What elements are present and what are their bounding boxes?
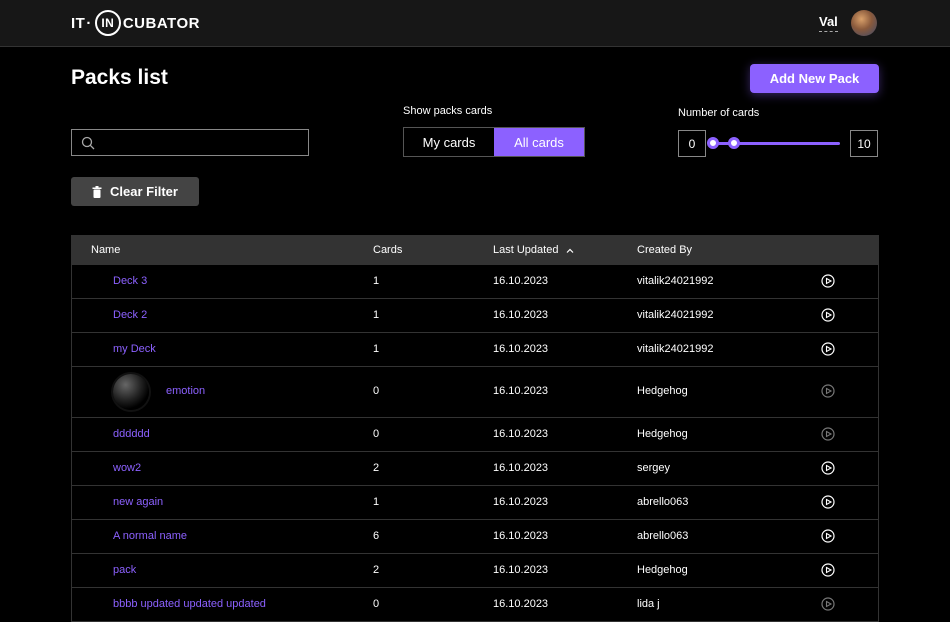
play-icon[interactable]: [821, 308, 835, 322]
table-row[interactable]: A normal name 6 16.10.2023 abrello063: [72, 519, 878, 553]
cards-count: 6: [373, 530, 380, 542]
search-icon: [81, 136, 95, 150]
logo-dot: ·: [86, 14, 92, 32]
created-by: vitalik24021992: [637, 275, 714, 287]
chevron-up-icon: [566, 248, 573, 253]
created-by: Hedgehog: [637, 564, 688, 576]
pack-name-link[interactable]: bbbb updated updated updated: [113, 598, 266, 610]
table-row[interactable]: Deck 2 1 16.10.2023 vitalik24021992: [72, 298, 878, 332]
logo-text-it: IT: [71, 14, 86, 32]
table-row[interactable]: wow2 2 16.10.2023 sergey: [72, 451, 878, 485]
created-by: vitalik24021992: [637, 309, 714, 321]
search-input[interactable]: [71, 129, 309, 156]
table-row[interactable]: my Deck 1 16.10.2023 vitalik24021992: [72, 332, 878, 366]
cards-count: 1: [373, 275, 380, 287]
clear-filter-button[interactable]: Clear Filter: [71, 177, 199, 206]
show-packs-label: Show packs cards: [403, 105, 493, 117]
play-icon[interactable]: [821, 342, 835, 356]
logo-circle: IN: [94, 10, 121, 36]
cards-count: 1: [373, 496, 380, 508]
created-by: lida j: [637, 598, 660, 610]
page-title: Packs list: [71, 66, 168, 89]
table-header: Name Cards Last Updated Created By: [72, 236, 878, 264]
range-min-box[interactable]: 0: [678, 130, 706, 157]
created-by: abrello063: [637, 496, 689, 508]
cards-count: 0: [373, 385, 380, 397]
packs-toggle: My cards All cards: [403, 127, 585, 157]
table-body: Deck 3 1 16.10.2023 vitalik24021992 Deck 2 1 1…: [72, 264, 878, 621]
logo[interactable]: IT · IN CUBATOR: [71, 10, 200, 36]
all-cards-tab[interactable]: All cards: [494, 128, 584, 156]
clear-filter-label: Clear Filter: [110, 184, 178, 199]
header-created-by[interactable]: Created By: [637, 244, 692, 256]
logo-text-cubator: CUBATOR: [122, 14, 200, 32]
pack-name-link[interactable]: Deck 3: [113, 275, 147, 287]
pack-name-link[interactable]: dddddd: [113, 428, 150, 440]
add-new-pack-button[interactable]: Add New Pack: [750, 64, 879, 93]
last-updated-date: 16.10.2023: [493, 462, 549, 474]
cards-count: 0: [373, 428, 380, 440]
cards-count: 1: [373, 343, 380, 355]
play-icon[interactable]: [821, 274, 835, 288]
last-updated-date: 16.10.2023: [493, 564, 549, 576]
last-updated-date: 16.10.2023: [493, 428, 549, 440]
play-icon[interactable]: [821, 563, 835, 577]
last-updated-date: 16.10.2023: [493, 275, 549, 287]
header-last-updated-label: Last Updated: [493, 244, 559, 256]
trash-icon: [92, 185, 102, 198]
play-icon[interactable]: [821, 461, 835, 475]
cards-count: 1: [373, 309, 380, 321]
table-row[interactable]: dddddd 0 16.10.2023 Hedgehog: [72, 417, 878, 451]
header-name[interactable]: Name: [91, 244, 120, 256]
header-cards[interactable]: Cards: [373, 244, 402, 256]
last-updated-date: 16.10.2023: [493, 309, 549, 321]
last-updated-date: 16.10.2023: [493, 530, 549, 542]
pack-name-link[interactable]: emotion: [166, 385, 205, 397]
pack-name-link[interactable]: new again: [113, 496, 163, 508]
table-row[interactable]: bbbb updated updated updated 0 16.10.2023 l…: [72, 587, 878, 621]
created-by: Hedgehog: [637, 385, 688, 397]
table-row[interactable]: Deck 3 1 16.10.2023 vitalik24021992: [72, 264, 878, 298]
cards-count: 0: [373, 598, 380, 610]
user-name[interactable]: Val: [819, 14, 838, 32]
my-cards-tab[interactable]: My cards: [404, 128, 494, 156]
last-updated-date: 16.10.2023: [493, 496, 549, 508]
avatar[interactable]: [851, 10, 877, 36]
play-icon[interactable]: [821, 495, 835, 509]
last-updated-date: 16.10.2023: [493, 385, 549, 397]
pack-name-link[interactable]: pack: [113, 564, 136, 576]
play-icon[interactable]: [821, 427, 835, 441]
last-updated-date: 16.10.2023: [493, 343, 549, 355]
table-row[interactable]: pack 2 16.10.2023 Hedgehog: [72, 553, 878, 587]
pack-name-link[interactable]: wow2: [113, 462, 141, 474]
packs-table: Name Cards Last Updated Created By Deck …: [71, 235, 879, 622]
created-by: Hedgehog: [637, 428, 688, 440]
cards-count: 2: [373, 564, 380, 576]
pack-name-link[interactable]: my Deck: [113, 343, 156, 355]
play-icon[interactable]: [821, 597, 835, 611]
range-slider-thumb-max[interactable]: [728, 137, 740, 149]
created-by: abrello063: [637, 530, 689, 542]
header-last-updated[interactable]: Last Updated: [493, 244, 574, 256]
pack-cover-image: [113, 374, 149, 410]
created-by: sergey: [637, 462, 671, 474]
table-row[interactable]: emotion 0 16.10.2023 Hedgehog: [72, 366, 878, 417]
pack-name-link[interactable]: A normal name: [113, 530, 187, 542]
play-icon[interactable]: [821, 384, 835, 398]
last-updated-date: 16.10.2023: [493, 598, 549, 610]
table-row[interactable]: new again 1 16.10.2023 abrello063: [72, 485, 878, 519]
pack-name-link[interactable]: Deck 2: [113, 309, 147, 321]
top-bar: IT · IN CUBATOR Val: [0, 0, 950, 47]
cards-count: 2: [373, 462, 380, 474]
created-by: vitalik24021992: [637, 343, 714, 355]
range-slider-thumb-min[interactable]: [707, 137, 719, 149]
number-of-cards-label: Number of cards: [678, 107, 760, 119]
play-icon[interactable]: [821, 529, 835, 543]
range-max-box[interactable]: 10: [850, 130, 878, 157]
